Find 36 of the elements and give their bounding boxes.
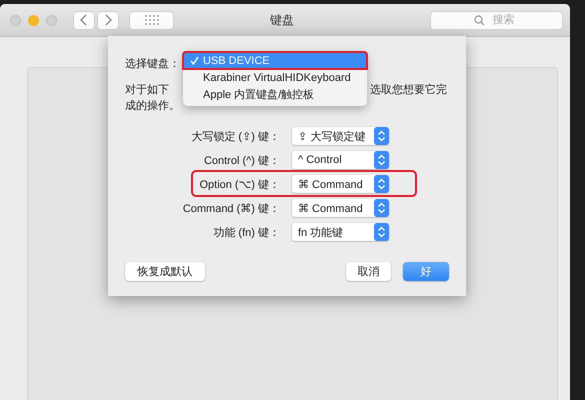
minimize-button[interactable] bbox=[28, 14, 39, 26]
description-text: 成的操作。 bbox=[125, 99, 180, 114]
stepper-icon bbox=[374, 199, 389, 217]
key-label: 大写锁定 (⇪) 键： bbox=[190, 130, 280, 144]
search-field[interactable]: 搜索 bbox=[430, 10, 563, 30]
key-popup[interactable]: ⌘ Command bbox=[292, 199, 389, 217]
description-text: 对于如下 bbox=[125, 83, 169, 98]
stepper-icon bbox=[374, 127, 389, 145]
search-icon bbox=[474, 14, 485, 26]
checkmark-icon bbox=[190, 56, 199, 65]
stepper-icon bbox=[374, 175, 389, 193]
stepper-icon bbox=[374, 151, 389, 169]
menu-item[interactable]: Karabiner VirtualHIDKeyboard bbox=[183, 69, 367, 86]
forward-button[interactable] bbox=[97, 10, 119, 30]
zoom-button[interactable] bbox=[46, 14, 57, 26]
keyboard-label: 选择键盘： bbox=[125, 56, 180, 70]
dialog-button[interactable]: 取消 bbox=[346, 262, 391, 281]
stepper-icon bbox=[374, 223, 389, 241]
chevron-left-icon bbox=[80, 14, 88, 26]
key-label: Control (^) 键： bbox=[202, 154, 280, 168]
key-label: 功能 (fn) 键： bbox=[212, 226, 280, 240]
key-popup[interactable]: ⌘ Command bbox=[292, 175, 389, 193]
show-all-button[interactable] bbox=[129, 10, 174, 30]
dialog-button[interactable]: 恢复成默认 bbox=[125, 262, 205, 281]
key-label: Option (⌥) 键： bbox=[198, 178, 280, 192]
chevron-right-icon bbox=[104, 14, 112, 26]
back-button[interactable] bbox=[73, 10, 95, 30]
close-button[interactable] bbox=[10, 14, 21, 26]
window-title: 键盘 bbox=[270, 12, 294, 28]
key-label: Command (⌘) 键： bbox=[182, 202, 280, 216]
key-popup[interactable]: ⇪ 大写锁定键 bbox=[292, 127, 389, 145]
menu-item[interactable]: Apple 内置键盘/触控板 bbox=[183, 86, 367, 103]
key-popup[interactable]: fn 功能键 bbox=[292, 223, 389, 241]
key-popup[interactable]: ^ Control bbox=[292, 151, 389, 169]
description-text: 选取您想要它完 bbox=[370, 82, 447, 98]
grid-icon bbox=[144, 15, 158, 25]
